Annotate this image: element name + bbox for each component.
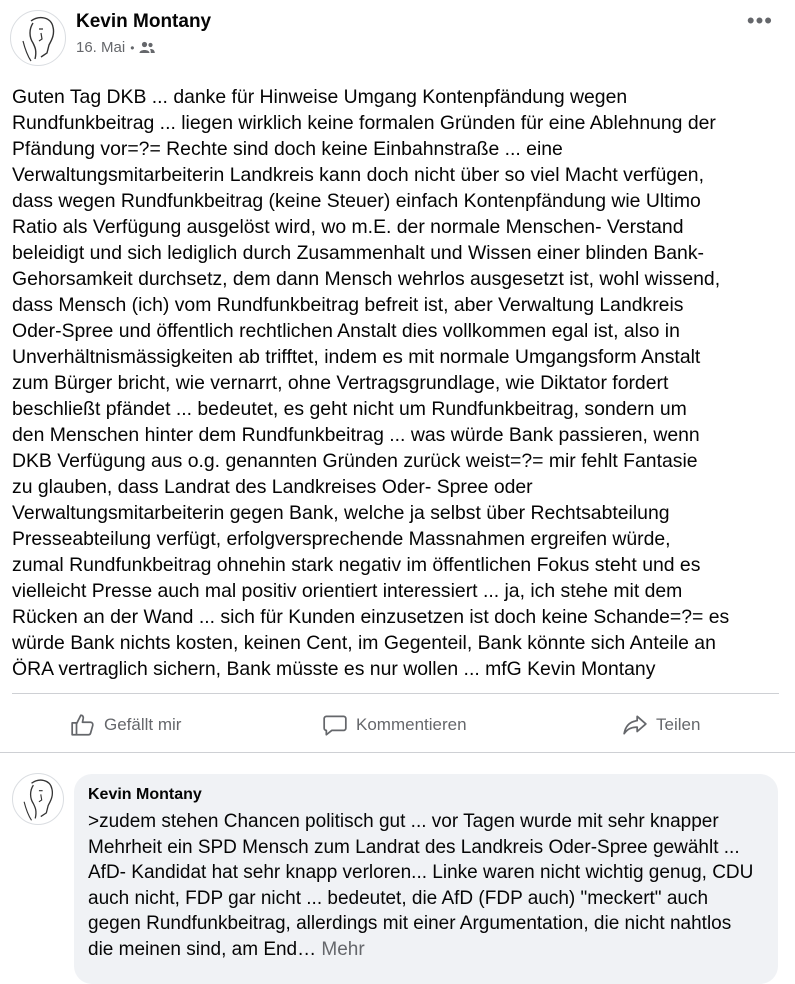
post-author-name[interactable]: Kevin Montany: [76, 11, 211, 33]
see-more-link[interactable]: Mehr: [321, 939, 364, 960]
friends-icon: [139, 41, 156, 53]
comment-author-name[interactable]: Kevin Montany: [88, 786, 202, 804]
more-options-icon[interactable]: •••: [747, 8, 773, 34]
share-arrow-icon: [623, 715, 647, 735]
divider: [12, 693, 779, 694]
share-button[interactable]: Teilen: [622, 704, 700, 746]
meta-separator: •: [130, 40, 135, 55]
comment-body: >zudem stehen Chancen politisch gut ... …: [88, 811, 754, 960]
comment-text: >zudem stehen Chancen politisch gut ... …: [88, 809, 760, 962]
comment-label: Kommentieren: [356, 715, 467, 734]
sketch-portrait-icon: [22, 16, 55, 62]
comment-button[interactable]: Kommentieren: [322, 704, 467, 746]
thumbs-up-icon: [71, 714, 94, 736]
post-date[interactable]: 16. Mai: [76, 39, 125, 56]
author-avatar[interactable]: [10, 10, 66, 66]
post-header: Kevin Montany 16. Mai • •••: [0, 0, 795, 80]
section-divider: [0, 752, 795, 753]
like-label: Gefällt mir: [104, 715, 182, 734]
like-button[interactable]: Gefällt mir: [70, 704, 181, 746]
comment-avatar[interactable]: [12, 773, 64, 825]
post-text: Guten Tag DKB ... danke für Hinweise Umg…: [12, 86, 730, 680]
sketch-portrait-icon: [23, 779, 53, 821]
post-meta: 16. Mai •: [76, 39, 156, 56]
comment-bubble-icon: [323, 715, 347, 736]
comment-bubble: Kevin Montany >zudem stehen Chancen poli…: [74, 774, 778, 984]
share-label: Teilen: [656, 715, 701, 734]
post-actions: Gefällt mir Kommentieren Teilen: [0, 704, 795, 746]
